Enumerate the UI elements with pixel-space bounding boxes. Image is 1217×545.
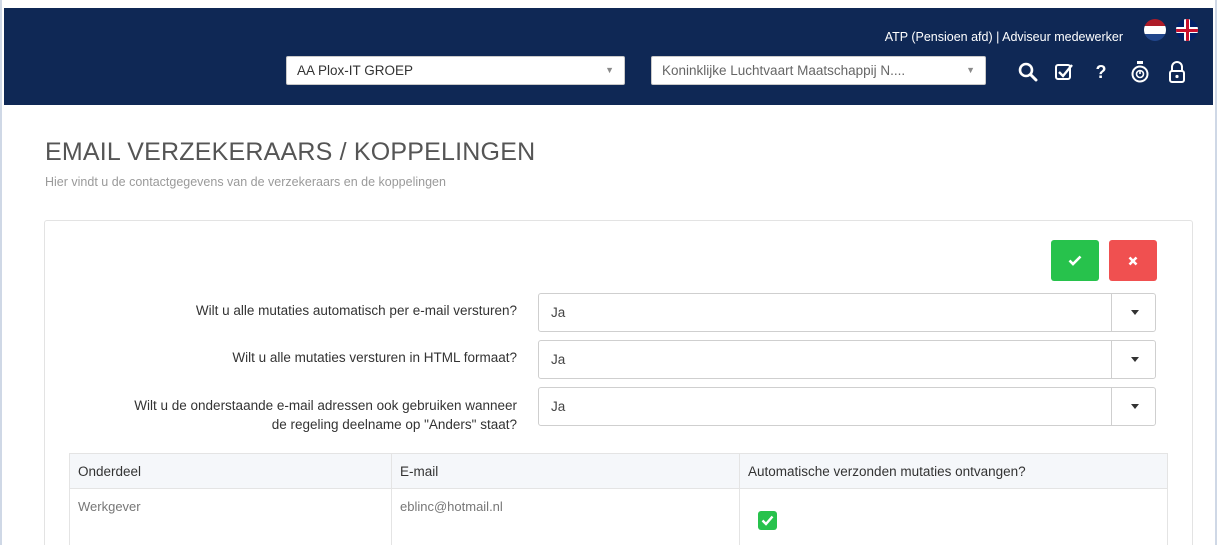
caret-down-icon [1131, 310, 1139, 315]
insurer-email-table: Onderdeel E-mail Automatische verzonden … [69, 453, 1168, 545]
uk-flag-icon[interactable] [1176, 19, 1198, 41]
question-other-enrollment-label: Wilt u de onderstaande e-mail adressen o… [37, 396, 517, 434]
search-icon[interactable] [1013, 57, 1043, 87]
column-header-auto-mutations[interactable]: Automatische verzonden mutaties ontvange… [739, 453, 1168, 489]
nl-flag-icon[interactable] [1144, 19, 1166, 41]
table-header-row: Onderdeel E-mail Automatische verzonden … [69, 453, 1168, 489]
page-title: EMAIL VERZEKERAARS / KOPPELINGEN [45, 138, 536, 166]
caret-down-icon [1131, 357, 1139, 362]
close-icon [1128, 256, 1138, 265]
lock-icon[interactable] [1162, 57, 1192, 87]
table-row: Werkgever eblinc@hotmail.nl [69, 488, 1168, 545]
html-format-select[interactable]: Ja [538, 340, 1156, 379]
other-enrollment-select-value: Ja [551, 399, 566, 414]
check-icon [761, 515, 774, 526]
question-auto-email-label: Wilt u alle mutaties automatisch per e-m… [195, 303, 517, 318]
html-format-select-value: Ja [551, 352, 566, 367]
user-role-label: ATP (Pensioen afd) | Adviseur medewerker [884, 30, 1123, 44]
question-other-enrollment-line2: de regeling deelname op "Anders" staat? [271, 417, 517, 432]
save-button[interactable] [1051, 240, 1099, 281]
auto-email-select[interactable]: Ja [538, 293, 1156, 332]
company-select-value: Koninklijke Luchtvaart Maatschappij N...… [662, 63, 906, 78]
onderdeel-cell: Werkgever [69, 488, 392, 545]
organisation-select-value: AA Plox-IT GROEP [297, 63, 414, 78]
cancel-button[interactable] [1109, 240, 1157, 281]
chevron-down-icon: ▼ [966, 65, 975, 75]
company-select[interactable]: Koninklijke Luchtvaart Maatschappij N...… [651, 56, 986, 85]
question-other-enrollment-line1: Wilt u de onderstaande e-mail adressen o… [134, 398, 517, 413]
other-enrollment-select[interactable]: Ja [538, 387, 1156, 426]
organisation-select[interactable]: AA Plox-IT GROEP ▼ [286, 56, 625, 85]
chevron-down-icon: ▼ [605, 65, 614, 75]
column-header-onderdeel[interactable]: Onderdeel [69, 453, 392, 489]
help-icon[interactable]: ? [1086, 57, 1116, 87]
auto-mutations-checkbox[interactable] [758, 511, 777, 530]
auto-mutations-cell [739, 488, 1168, 545]
timer-icon[interactable] [1125, 57, 1155, 87]
check-icon [1068, 255, 1082, 266]
checklist-icon[interactable] [1049, 57, 1079, 87]
caret-down-icon [1131, 404, 1139, 409]
email-cell[interactable]: eblinc@hotmail.nl [391, 488, 740, 545]
question-html-format-label: Wilt u alle mutaties versturen in HTML f… [232, 350, 517, 365]
auto-email-select-value: Ja [551, 305, 566, 320]
column-header-email[interactable]: E-mail [391, 453, 740, 489]
page-subtitle: Hier vindt u de contactgegevens van de v… [45, 175, 446, 189]
